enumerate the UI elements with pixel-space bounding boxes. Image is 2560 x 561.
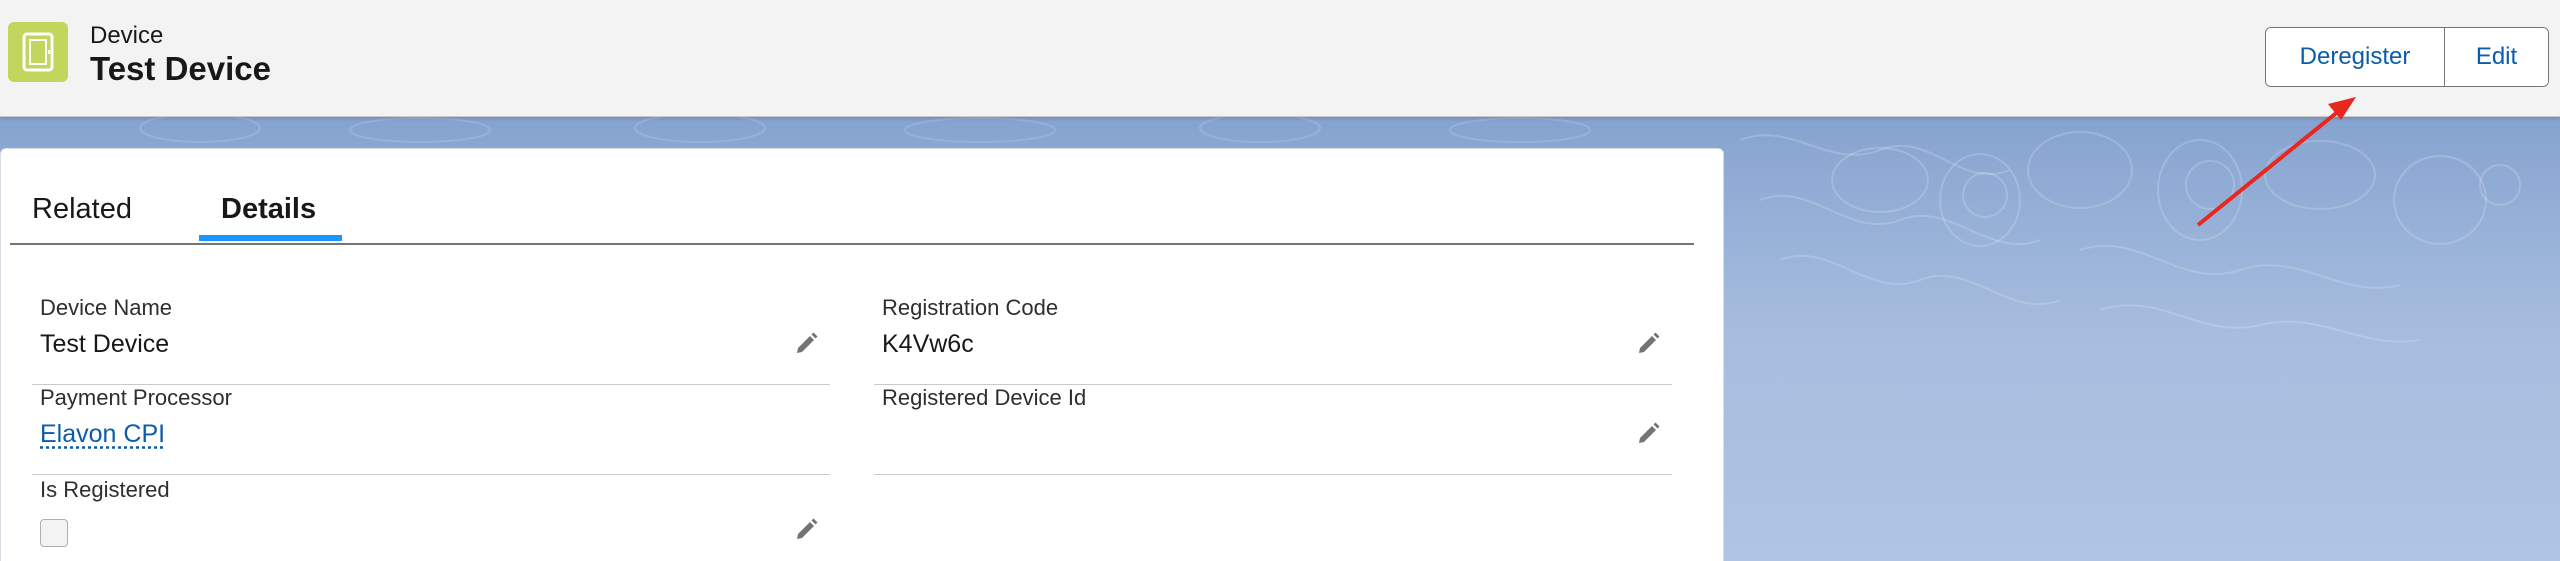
page: Device Test Device Deregister Edit Relat… xyxy=(0,0,2560,561)
object-type-label: Device xyxy=(90,22,164,49)
field-label: Is Registered xyxy=(40,477,170,502)
field-label: Registered Device Id xyxy=(882,385,1087,410)
field-label: Payment Processor xyxy=(40,385,232,410)
pencil-icon[interactable] xyxy=(794,329,820,355)
field-registered-device-id: Registered Device Id xyxy=(874,385,1672,475)
tab-details[interactable]: Details xyxy=(221,193,316,226)
field-label: Device Name xyxy=(40,295,173,320)
pencil-icon[interactable] xyxy=(1636,419,1662,445)
record-header: Device Test Device Deregister Edit xyxy=(0,0,2560,117)
details-card: Related Details Device Name Test Device … xyxy=(0,148,1724,561)
tab-bar: Related Details xyxy=(10,149,1694,245)
header-action-buttons: Deregister Edit xyxy=(2265,27,2549,87)
pencil-icon[interactable] xyxy=(794,515,820,541)
payment-processor-link[interactable]: Elavon CPI xyxy=(40,420,165,449)
is-registered-checkbox[interactable] xyxy=(40,519,68,547)
field-device-name: Device Name Test Device xyxy=(32,295,830,385)
field-label: Registration Code xyxy=(882,295,1059,320)
field-value: K4Vw6c xyxy=(882,330,974,358)
record-title: Test Device xyxy=(90,50,271,87)
deregister-button[interactable]: Deregister xyxy=(2266,28,2445,86)
pencil-icon[interactable] xyxy=(1636,329,1662,355)
tab-related[interactable]: Related xyxy=(32,193,132,226)
active-tab-indicator xyxy=(199,235,342,241)
field-is-registered: Is Registered xyxy=(32,477,830,561)
tablet-device-icon xyxy=(8,22,68,82)
field-registration-code: Registration Code K4Vw6c xyxy=(874,295,1672,385)
edit-button[interactable]: Edit xyxy=(2445,28,2548,86)
field-payment-processor: Payment Processor Elavon CPI xyxy=(32,385,830,475)
field-value: Test Device xyxy=(40,330,170,358)
